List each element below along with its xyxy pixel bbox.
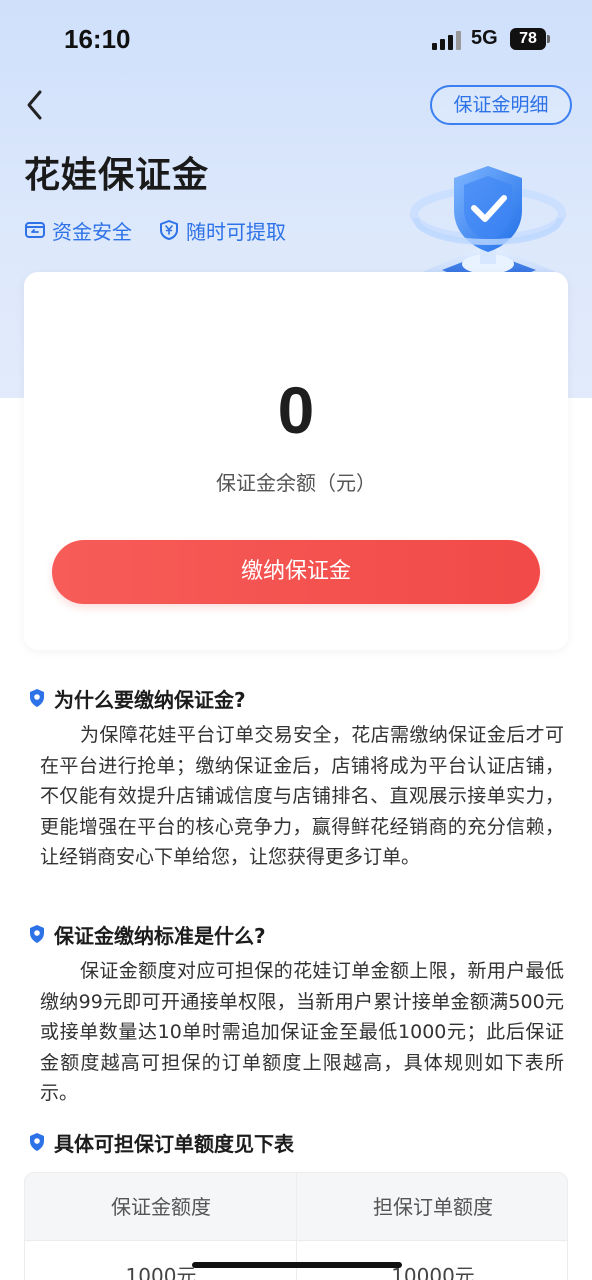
shield-bullet-icon — [30, 1133, 44, 1151]
faq-standard: 保证金缴纳标准是什么? 保证金额度对应可担保的花娃订单金额上限，新用户最低缴纳9… — [28, 918, 564, 1109]
feature-label: 随时可提取 — [186, 219, 286, 244]
table-header-cell: 担保订单额度 — [373, 1195, 493, 1219]
balance-card: 0 保证金余额（元） 缴纳保证金 — [24, 272, 568, 650]
shield-bullet-icon — [30, 689, 44, 707]
battery-icon: 78 — [510, 28, 546, 50]
section-header: 具体可担保订单额度见下表 — [28, 1126, 564, 1158]
balance-label: 保证金余额（元） — [216, 471, 376, 495]
network-type: 5G — [471, 27, 498, 49]
status-time: 16:10 — [64, 24, 131, 54]
status-bar: 16:10 5G 78 — [0, 0, 592, 80]
section-header: 为什么要缴纳保证金? — [28, 682, 564, 714]
wallet-icon — [25, 222, 45, 238]
feature-label: 资金安全 — [52, 219, 132, 244]
section-header: 保证金缴纳标准是什么? — [28, 918, 564, 950]
shield-yen-icon — [160, 220, 178, 240]
battery-tip — [547, 35, 550, 43]
faq-why-pay: 为什么要缴纳保证金? 为保障花娃平台订单交易安全，花店需缴纳保证金后才可在平台进… — [28, 682, 564, 873]
balance-amount: 0 — [277, 373, 315, 447]
section-title: 具体可担保订单额度见下表 — [54, 1131, 294, 1156]
table-cell: 1000元 — [125, 1264, 197, 1280]
section-title: 保证金缴纳标准是什么? — [54, 923, 266, 948]
feature-withdraw-anytime: 随时可提取 — [158, 215, 286, 245]
feature-fund-safety: 资金安全 — [24, 215, 132, 245]
table-cell: 10000元 — [391, 1264, 475, 1280]
table-header-cell: 保证金额度 — [111, 1195, 211, 1219]
chevron-left-icon — [27, 90, 42, 120]
section-body: 保证金额度对应可担保的花娃订单金额上限，新用户最低缴纳99元即可开通接单权限，当… — [40, 960, 564, 1104]
faq-table-intro: 具体可担保订单额度见下表 — [28, 1126, 564, 1158]
section-body: 为保障花娃平台订单交易安全，花店需缴纳保证金后才可在平台进行抢单；缴纳保证金后，… — [40, 724, 564, 868]
back-button[interactable] — [22, 88, 52, 122]
home-indicator[interactable] — [192, 1262, 402, 1268]
section-title: 为什么要缴纳保证金? — [54, 687, 246, 712]
pay-deposit-button[interactable]: 缴纳保证金 — [52, 540, 540, 604]
page-title: 花娃保证金 — [24, 155, 210, 196]
signal-icon — [432, 30, 462, 50]
deposit-detail-button[interactable]: 保证金明细 — [430, 85, 572, 125]
shield-bullet-icon — [30, 925, 44, 943]
